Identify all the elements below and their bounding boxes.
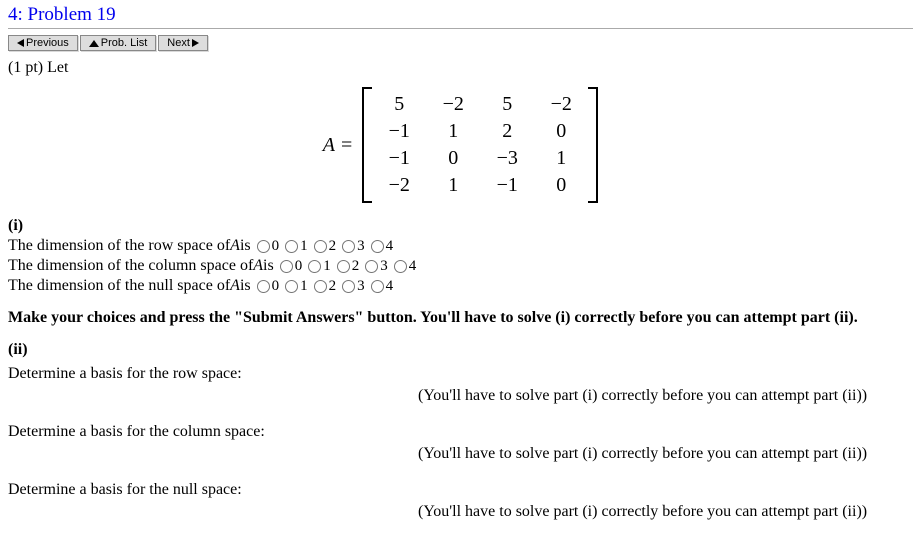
matrix-cell: 0	[426, 145, 480, 172]
submit-instruction: Make your choices and press the "Submit …	[8, 309, 913, 327]
matrix-equation: A = 5 −2 5 −2 −1 1 2 0 −1 0 −3 1 −2	[8, 87, 913, 203]
null-space-pre: The dimension of the null space of	[8, 277, 230, 295]
col-space-pre: The dimension of the column space of	[8, 257, 253, 275]
matrix-cell: −2	[372, 172, 426, 199]
col-opt-0[interactable]: 0	[278, 258, 303, 275]
null-opt-4[interactable]: 4	[369, 278, 394, 295]
matrix-cell: −3	[480, 145, 534, 172]
col-basis-locked: (You'll have to solve part (i) correctly…	[8, 445, 913, 463]
matrix-cell: 1	[426, 118, 480, 145]
col-opt-3[interactable]: 3	[363, 258, 388, 275]
null-basis-prompt: Determine a basis for the null space:	[8, 481, 913, 499]
null-opt-2[interactable]: 2	[312, 278, 337, 295]
matrix-cell: 5	[372, 91, 426, 118]
let-text: Let	[47, 59, 68, 76]
col-opt-1[interactable]: 1	[306, 258, 331, 275]
null-space-line: The dimension of the null space of A is …	[8, 277, 913, 295]
matrix-cell: 1	[534, 145, 588, 172]
problist-label: Prob. List	[101, 37, 147, 49]
row-space-line: The dimension of the row space of A is 0…	[8, 237, 913, 255]
matrix-lhs: A	[323, 134, 335, 157]
row-opt-4[interactable]: 4	[369, 238, 394, 255]
row-space-pre: The dimension of the row space of	[8, 237, 230, 255]
null-basis-block: Determine a basis for the null space: (Y…	[8, 481, 913, 521]
null-basis-locked: (You'll have to solve part (i) correctly…	[8, 503, 913, 521]
table-row: −1 1 2 0	[372, 118, 588, 145]
matrix-table: 5 −2 5 −2 −1 1 2 0 −1 0 −3 1 −2 1 −1 0	[372, 91, 588, 199]
points-text: (1 pt)	[8, 59, 43, 76]
row-basis-block: Determine a basis for the row space: (Yo…	[8, 365, 913, 405]
row-opt-2[interactable]: 2	[312, 238, 337, 255]
matrix-cell: 1	[426, 172, 480, 199]
row-basis-locked: (You'll have to solve part (i) correctly…	[8, 387, 913, 405]
matrix-cell: −1	[372, 145, 426, 172]
matrix-cell: 0	[534, 172, 588, 199]
triangle-right-icon	[192, 39, 199, 47]
null-opt-0[interactable]: 0	[255, 278, 280, 295]
matrix-brackets: 5 −2 5 −2 −1 1 2 0 −1 0 −3 1 −2 1 −1 0	[362, 87, 598, 203]
col-opt-4[interactable]: 4	[392, 258, 417, 275]
intro-line: (1 pt) Let	[8, 59, 913, 77]
next-button[interactable]: Next	[158, 35, 208, 51]
equals-sign: =	[341, 134, 352, 157]
col-space-options: 0 1 2 3 4	[274, 258, 417, 275]
matrix-cell: 5	[480, 91, 534, 118]
null-space-options: 0 1 2 3 4	[251, 278, 394, 295]
previous-label: Previous	[26, 37, 69, 49]
row-opt-3[interactable]: 3	[340, 238, 365, 255]
nav-row: Previous Prob. List Next	[8, 35, 913, 51]
null-space-post: is	[240, 277, 251, 295]
table-row: −1 0 −3 1	[372, 145, 588, 172]
part-i-label: (i)	[8, 217, 913, 235]
col-basis-prompt: Determine a basis for the column space:	[8, 423, 913, 441]
row-basis-prompt: Determine a basis for the row space:	[8, 365, 913, 383]
col-space-post: is	[263, 257, 274, 275]
row-space-post: is	[240, 237, 251, 255]
part-ii-label: (ii)	[8, 341, 913, 359]
matrix-cell: −1	[372, 118, 426, 145]
problist-button[interactable]: Prob. List	[80, 35, 156, 51]
row-opt-0[interactable]: 0	[255, 238, 280, 255]
null-opt-3[interactable]: 3	[340, 278, 365, 295]
triangle-up-icon	[89, 40, 99, 47]
next-label: Next	[167, 37, 190, 49]
previous-button[interactable]: Previous	[8, 35, 78, 51]
col-space-line: The dimension of the column space of A i…	[8, 257, 913, 275]
matrix-cell: 0	[534, 118, 588, 145]
col-space-A: A	[253, 257, 263, 275]
table-row: 5 −2 5 −2	[372, 91, 588, 118]
triangle-left-icon	[17, 39, 24, 47]
col-opt-2[interactable]: 2	[335, 258, 360, 275]
null-opt-1[interactable]: 1	[283, 278, 308, 295]
page-title: 4: Problem 19	[8, 4, 913, 26]
matrix-cell: −2	[534, 91, 588, 118]
table-row: −2 1 −1 0	[372, 172, 588, 199]
row-space-options: 0 1 2 3 4	[251, 238, 394, 255]
row-space-A: A	[230, 237, 240, 255]
matrix-cell: −2	[426, 91, 480, 118]
matrix-cell: −1	[480, 172, 534, 199]
matrix-cell: 2	[480, 118, 534, 145]
null-space-A: A	[230, 277, 240, 295]
row-opt-1[interactable]: 1	[283, 238, 308, 255]
col-basis-block: Determine a basis for the column space: …	[8, 423, 913, 463]
divider	[8, 28, 913, 29]
